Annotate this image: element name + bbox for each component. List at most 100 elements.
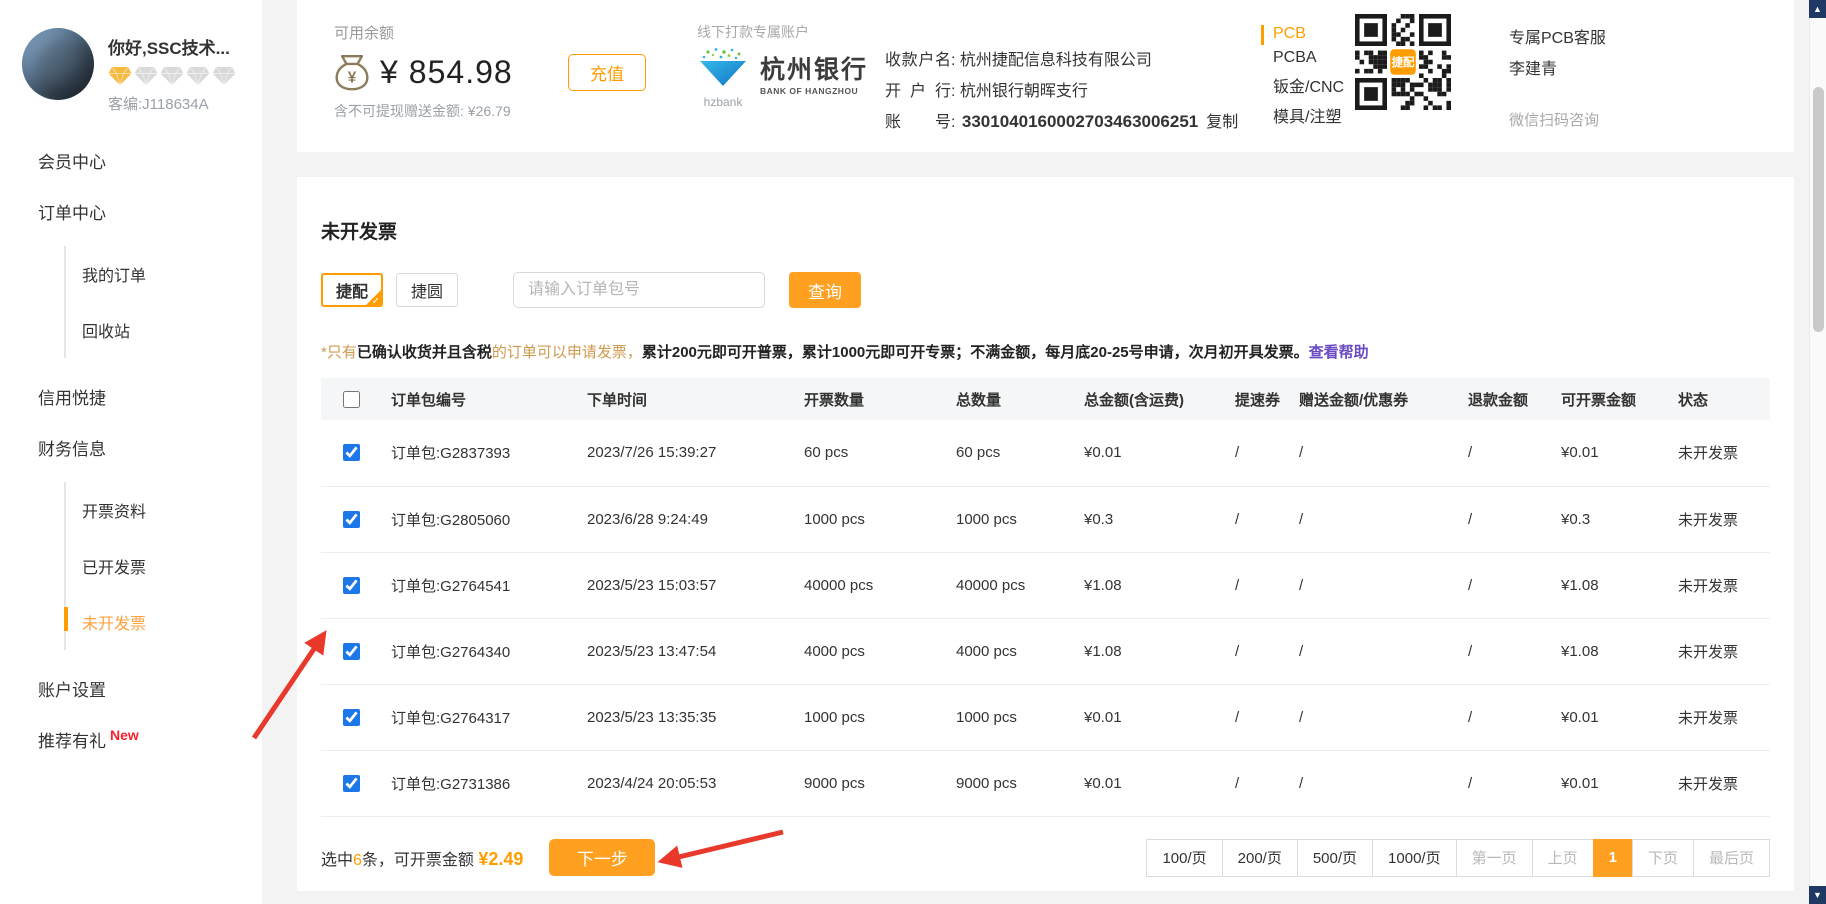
table-row: 订单包:G28050602023/6/28 9:24:491000 pcs100… (321, 486, 1770, 552)
user-profile: 你好,SSC技术... 客编:J118634A (0, 0, 262, 114)
copy-account-button[interactable]: 复制 (1206, 108, 1238, 132)
sidebar-item-已开发票[interactable]: 已开发票 (66, 538, 262, 594)
table-cell: 2023/5/23 13:47:54 (587, 618, 804, 684)
scrollbar-thumb[interactable] (1813, 87, 1824, 332)
table-cell: / (1299, 420, 1468, 486)
sidebar-item-推荐有礼[interactable]: 推荐有礼New (38, 727, 262, 752)
row-checkbox[interactable] (343, 511, 360, 528)
brand-tabs: 捷配✓ 捷圆 (321, 273, 471, 307)
sidebar-item-财务信息[interactable]: 财务信息 (38, 435, 262, 460)
table-cell: 订单包:G2805060 (391, 486, 587, 552)
table-cell: / (1468, 684, 1561, 750)
bank-logo: hzbank 杭州银行 BANK OF HANGZHOU (694, 46, 868, 109)
sidebar-item-会员中心[interactable]: 会员中心 (38, 148, 262, 173)
silver-diamond-icon (134, 66, 158, 86)
service-menu-item-PCBA[interactable]: PCBA (1261, 46, 1344, 70)
money-bag-icon: ¥ (334, 53, 370, 91)
table-cell: 4000 pcs (956, 618, 1084, 684)
contact-name: 李建青 (1509, 55, 1606, 79)
table-cell: / (1235, 420, 1299, 486)
user-info: 你好,SSC技术... 客编:J118634A (108, 28, 236, 114)
table-cell: ¥0.01 (1561, 420, 1678, 486)
table-cell: ¥0.01 (1084, 684, 1235, 750)
selected-check-icon: ✓ (372, 296, 380, 307)
silver-diamond-icon (212, 66, 236, 86)
avatar[interactable] (22, 28, 94, 100)
table-cell: ¥0.01 (1084, 420, 1235, 486)
scroll-up-button[interactable]: ▲ (1809, 0, 1826, 18)
notice-text: 累计200元即可开普票，累计1000元即可开专票；不满金额，每月底20-25号申… (642, 344, 1309, 361)
sidebar-item-信用悦捷[interactable]: 信用悦捷 (38, 384, 262, 409)
row-checkbox[interactable] (343, 643, 360, 660)
sidebar-item-订单中心[interactable]: 订单中心 (38, 199, 262, 224)
page-button-500/页[interactable]: 500/页 (1297, 839, 1373, 877)
filter-row: 捷配✓ 捷圆 查询 (321, 272, 1770, 308)
balance-currency: ¥ (380, 54, 399, 91)
balance-label: 可用余额 (334, 22, 513, 43)
row-checkbox[interactable] (343, 444, 360, 461)
offline-account-label: 线下打款专属账户 (697, 22, 809, 42)
help-link[interactable]: 查看帮助 (1309, 344, 1369, 361)
scroll-down-button[interactable]: ▼ (1809, 886, 1826, 904)
table-cell: 未开发票 (1678, 552, 1770, 618)
sidebar-item-账户设置[interactable]: 账户设置 (38, 676, 262, 701)
table-row: 订单包:G27643172023/5/23 13:35:351000 pcs10… (321, 684, 1770, 750)
page-button-1000/页[interactable]: 1000/页 (1372, 839, 1457, 877)
table-row: 订单包:G27643402023/5/23 13:47:544000 pcs40… (321, 618, 1770, 684)
recharge-button[interactable]: 充值 (568, 54, 646, 91)
payee-value: 杭州捷配信息科技有限公司 (960, 46, 1152, 70)
table-header-row: 订单包编号下单时间开票数量总数量总金额(含运费)提速券赠送金额/优惠券退款金额可… (321, 378, 1770, 420)
table-cell: / (1299, 618, 1468, 684)
table-footer: 选中6条，可开票金额 ¥2.49 下一步 100/页200/页500/页1000… (321, 839, 1770, 877)
sidebar-submenu: 开票资料已开发票未开发票 (64, 482, 262, 650)
row-checkbox[interactable] (343, 775, 360, 792)
table-cell: ¥0.01 (1561, 684, 1678, 750)
column-header: 总金额(含运费) (1084, 378, 1235, 420)
service-menu-item-PCB[interactable]: PCB (1261, 22, 1344, 46)
column-header: 开票数量 (804, 378, 956, 420)
row-checkbox[interactable] (343, 577, 360, 594)
contact-hint: 微信扫码咨询 (1509, 109, 1606, 130)
table-cell: 9000 pcs (804, 750, 956, 816)
payee-label: 收款户名 (885, 46, 951, 70)
column-header: 可开票金额 (1561, 378, 1678, 420)
service-menu-item-钣金/CNC[interactable]: 钣金/CNC (1261, 70, 1344, 100)
table-cell: 未开发票 (1678, 750, 1770, 816)
silver-diamond-icon (186, 66, 210, 86)
service-menu-item-模具/注塑[interactable]: 模具/注塑 (1261, 100, 1344, 130)
branch-label: 开户行 (885, 77, 951, 101)
sidebar-item-我的订单[interactable]: 我的订单 (66, 246, 262, 302)
row-checkbox-cell (321, 552, 391, 618)
table-cell: 订单包:G2764317 (391, 684, 587, 750)
sidebar-item-未开发票[interactable]: 未开发票 (66, 594, 262, 650)
sidebar-item-回收站[interactable]: 回收站 (66, 302, 262, 358)
select-all-checkbox[interactable] (343, 391, 360, 408)
table-cell: / (1468, 618, 1561, 684)
page-button-100/页[interactable]: 100/页 (1146, 839, 1222, 877)
table-cell: 订单包:G2837393 (391, 420, 587, 486)
search-button[interactable]: 查询 (789, 272, 861, 308)
table-cell: 1000 pcs (956, 486, 1084, 552)
invoiceable-amount: ¥2.49 (478, 849, 523, 869)
tab-捷配[interactable]: 捷配✓ (321, 273, 383, 307)
page-button-200/页[interactable]: 200/页 (1222, 839, 1298, 877)
column-header: 状态 (1678, 378, 1770, 420)
table-cell: 9000 pcs (956, 750, 1084, 816)
row-checkbox-cell (321, 684, 391, 750)
tab-捷圆[interactable]: 捷圆 (396, 273, 458, 307)
sidebar-item-开票资料[interactable]: 开票资料 (66, 482, 262, 538)
balance-block: 可用余额 ¥ ¥ 854.98 含不可提现赠送金额: ¥26.79 (334, 22, 513, 121)
page-button-最后页: 最后页 (1693, 839, 1770, 877)
bank-account-details: 收款户名: 杭州捷配信息科技有限公司 开户行: 杭州银行朝晖支行 账号: 330… (885, 46, 1238, 139)
table-cell: ¥1.08 (1561, 552, 1678, 618)
table-cell: / (1468, 750, 1561, 816)
row-checkbox-cell (321, 750, 391, 816)
notice-text: 的订单可以申请发票， (492, 344, 642, 361)
search-input[interactable] (513, 272, 765, 308)
next-step-button[interactable]: 下一步 (549, 839, 655, 876)
page-button-1[interactable]: 1 (1593, 839, 1633, 877)
row-checkbox[interactable] (343, 709, 360, 726)
scrollbar[interactable]: ▲ ▼ (1809, 0, 1826, 904)
column-header: 提速券 (1235, 378, 1299, 420)
table-cell: 2023/6/28 9:24:49 (587, 486, 804, 552)
